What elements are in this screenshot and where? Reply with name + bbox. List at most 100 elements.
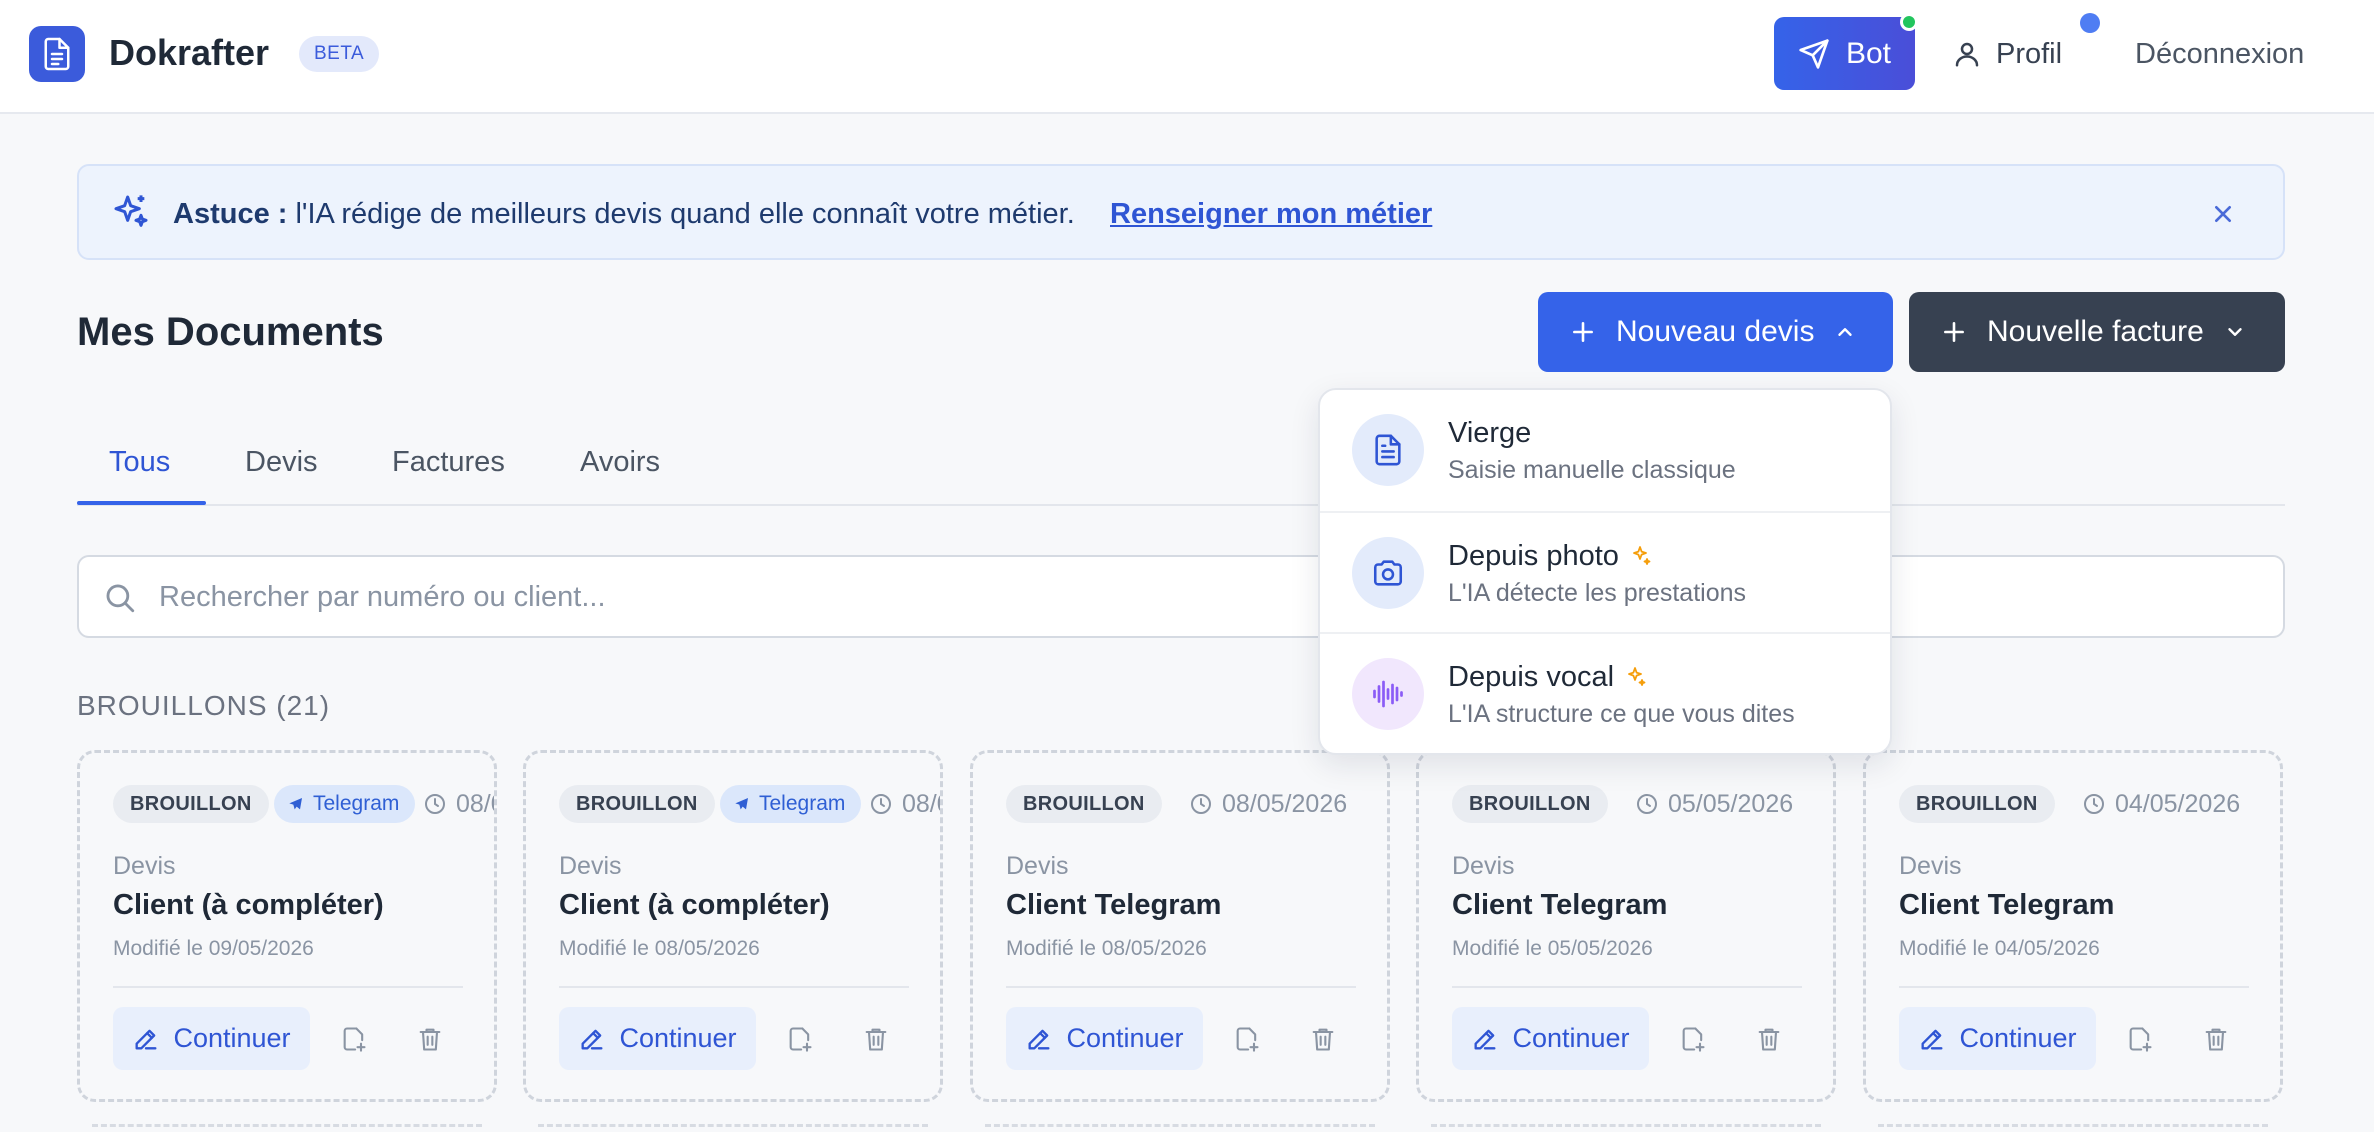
new-quote-button[interactable]: Nouveau devis bbox=[1538, 292, 1893, 372]
card-divider bbox=[559, 986, 909, 988]
card-date: 08/05/2026 bbox=[423, 785, 494, 823]
chevron-up-icon bbox=[1838, 328, 1853, 336]
draft-card[interactable]: BROUILLON Telegram 08/05/2026 Devis Clie… bbox=[77, 750, 497, 1102]
close-icon[interactable] bbox=[2207, 198, 2239, 230]
card-date-text: 08/05/2026 bbox=[1222, 789, 1348, 818]
continue-label: Continuer bbox=[1066, 1023, 1184, 1053]
card-date: 08/05/2026 bbox=[1189, 785, 1347, 823]
tip-message: Astuce : l'IA rédige de meilleurs devis … bbox=[173, 194, 1075, 234]
document-icon-badge bbox=[1352, 414, 1424, 486]
new-quote-menu: Vierge Saisie manuelle classique Depuis … bbox=[1318, 388, 1892, 755]
status-badge: BROUILLON bbox=[1899, 785, 2055, 823]
continue-label: Continuer bbox=[173, 1023, 291, 1053]
card-divider bbox=[113, 986, 463, 988]
document-icon bbox=[44, 37, 70, 71]
modified-date: Modifié le 08/05/2026 bbox=[559, 937, 760, 960]
card-date-text: 08/05/2026 bbox=[902, 789, 940, 818]
document-type: Devis bbox=[1452, 852, 1515, 880]
trash-icon[interactable] bbox=[416, 1025, 444, 1053]
profile-label: Profil bbox=[1996, 37, 2063, 70]
menu-item-title: Depuis vocal bbox=[1448, 658, 1648, 696]
modified-date: Modifié le 09/05/2026 bbox=[113, 937, 314, 960]
menu-item-subtitle: L'IA détecte les prestations bbox=[1448, 579, 1747, 607]
clock-icon bbox=[425, 794, 445, 814]
active-tab-indicator bbox=[77, 501, 206, 505]
trash-icon[interactable] bbox=[862, 1025, 890, 1053]
pencil-icon bbox=[1474, 1029, 1496, 1049]
document-type: Devis bbox=[559, 852, 622, 880]
trash-icon[interactable] bbox=[1755, 1025, 1783, 1053]
continue-button[interactable]: Continuer bbox=[559, 1007, 756, 1070]
card-divider bbox=[1006, 986, 1356, 988]
menu-item-blank[interactable]: Vierge Saisie manuelle classique bbox=[1320, 390, 1890, 511]
tab-tous[interactable]: Tous bbox=[109, 440, 170, 484]
telegram-icon bbox=[289, 798, 302, 810]
next-row-card bbox=[92, 1124, 482, 1132]
draft-card[interactable]: BROUILLON 08/05/2026 Devis Client Telegr… bbox=[970, 750, 1390, 1102]
tab-factures[interactable]: Factures bbox=[392, 440, 505, 484]
menu-item-title-text: Depuis vocal bbox=[1448, 661, 1615, 693]
page-title: Mes Documents bbox=[77, 310, 384, 354]
continue-button[interactable]: Continuer bbox=[1006, 1007, 1203, 1070]
card-divider bbox=[1899, 986, 2249, 988]
draft-card[interactable]: BROUILLON 04/05/2026 Devis Client Telegr… bbox=[1863, 750, 2283, 1102]
next-row-card bbox=[538, 1124, 928, 1132]
continue-button[interactable]: Continuer bbox=[1452, 1007, 1649, 1070]
duplicate-icon[interactable] bbox=[1679, 1025, 1707, 1053]
camera-icon-badge bbox=[1352, 537, 1424, 609]
tip-banner: Astuce : l'IA rédige de meilleurs devis … bbox=[77, 164, 2285, 260]
pencil-icon bbox=[1028, 1029, 1050, 1049]
menu-item-title: Depuis photo bbox=[1448, 537, 1653, 575]
duplicate-icon[interactable] bbox=[2126, 1025, 2154, 1053]
client-name: Client Telegram bbox=[1899, 889, 2115, 921]
set-trade-link[interactable]: Renseigner mon métier bbox=[1110, 194, 1432, 234]
logout-link[interactable]: Déconnexion bbox=[2135, 30, 2304, 78]
menu-item-title-text: Vierge bbox=[1448, 417, 1532, 449]
plus-icon bbox=[1944, 322, 1964, 342]
client-name: Client (à compléter) bbox=[113, 889, 384, 921]
tab-avoirs[interactable]: Avoirs bbox=[580, 440, 660, 484]
client-name: Client (à compléter) bbox=[559, 889, 830, 921]
continue-label: Continuer bbox=[1959, 1023, 2077, 1053]
pencil-icon bbox=[1921, 1029, 1943, 1049]
duplicate-icon[interactable] bbox=[340, 1025, 368, 1053]
send-icon bbox=[1799, 38, 1829, 69]
document-type: Devis bbox=[1899, 852, 1962, 880]
new-invoice-button[interactable]: Nouvelle facture bbox=[1909, 292, 2285, 372]
menu-item-subtitle: Saisie manuelle classique bbox=[1448, 456, 1736, 484]
card-date: 05/05/2026 bbox=[1635, 785, 1793, 823]
duplicate-icon[interactable] bbox=[1233, 1025, 1261, 1053]
tab-devis[interactable]: Devis bbox=[245, 440, 318, 484]
source-badge: Telegram bbox=[720, 785, 862, 823]
plus-icon bbox=[1573, 322, 1593, 342]
continue-button[interactable]: Continuer bbox=[1899, 1007, 2096, 1070]
client-name: Client Telegram bbox=[1452, 889, 1668, 921]
status-badge: BROUILLON bbox=[1452, 785, 1608, 823]
card-date-text: 08/05/2026 bbox=[456, 789, 494, 818]
duplicate-icon[interactable] bbox=[786, 1025, 814, 1053]
bot-button-label: Bot bbox=[1845, 36, 1892, 70]
draft-card[interactable]: BROUILLON 05/05/2026 Devis Client Telegr… bbox=[1416, 750, 1836, 1102]
status-badge: BROUILLON bbox=[559, 785, 715, 823]
ai-sparkle-icon bbox=[1628, 667, 1646, 686]
menu-item-voice[interactable]: Depuis vocal L'IA structure ce que vous … bbox=[1320, 632, 1890, 753]
drafts-section-label: BROUILLONS (21) bbox=[77, 690, 331, 721]
telegram-icon bbox=[735, 798, 748, 810]
user-icon bbox=[1955, 42, 1979, 67]
draft-card[interactable]: BROUILLON Telegram 08/05/2026 Devis Clie… bbox=[523, 750, 943, 1102]
search-icon bbox=[106, 584, 135, 613]
app-logo[interactable] bbox=[29, 26, 85, 82]
card-date-text: 04/05/2026 bbox=[2115, 789, 2241, 818]
status-badge: BROUILLON bbox=[1006, 785, 1162, 823]
bot-button[interactable]: Bot bbox=[1774, 17, 1915, 90]
profile-link[interactable]: Profil bbox=[1952, 30, 2062, 78]
trash-icon[interactable] bbox=[2202, 1025, 2230, 1053]
document-type: Devis bbox=[113, 852, 176, 880]
top-bar: Dokrafter BETA Bot Profil Déconnexion bbox=[0, 0, 2374, 114]
menu-item-title: Vierge bbox=[1448, 414, 1531, 452]
ai-sparkle-icon bbox=[1633, 546, 1651, 565]
trash-icon[interactable] bbox=[1309, 1025, 1337, 1053]
app-name[interactable]: Dokrafter bbox=[109, 28, 269, 78]
menu-item-photo[interactable]: Depuis photo L'IA détecte les prestation… bbox=[1320, 511, 1890, 632]
continue-button[interactable]: Continuer bbox=[113, 1007, 310, 1070]
